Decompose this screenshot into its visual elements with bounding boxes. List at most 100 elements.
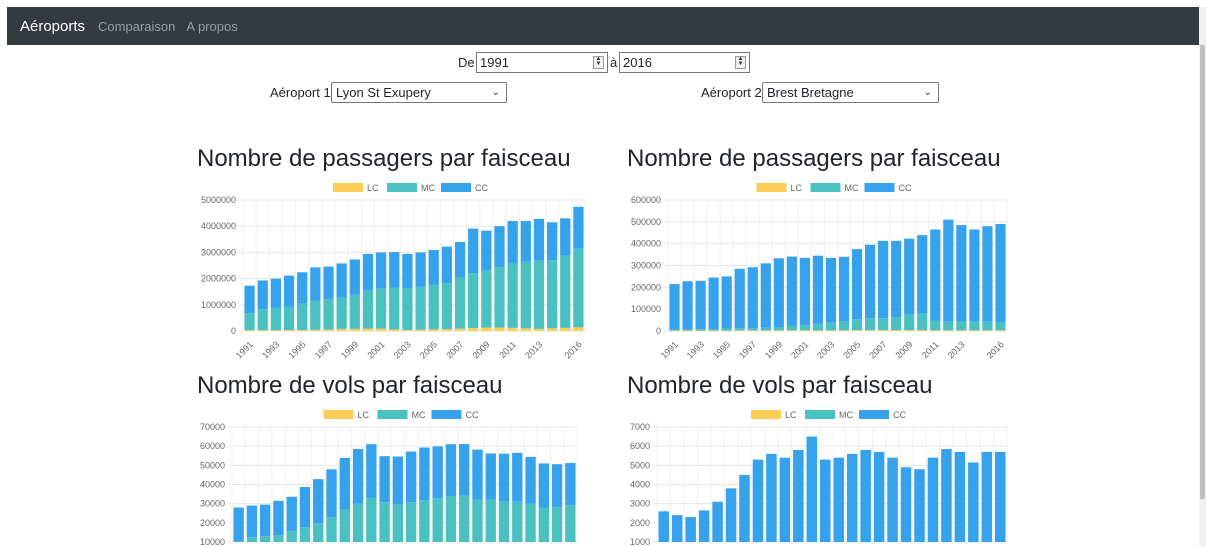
bar-mc-2004 (415, 286, 426, 330)
y-tick-label: 5000000 (201, 195, 236, 205)
x-tick-label-1999: 1999 (763, 339, 784, 360)
x-tick-label-2001: 2001 (365, 339, 386, 360)
bar-lc-1997 (323, 329, 334, 331)
legend-label-mc: MC (839, 410, 853, 420)
to-year-input[interactable]: 2016 ▲ ▼ (619, 52, 750, 73)
bar-mc-1994 (273, 535, 284, 542)
bar-cc-2011 (930, 229, 941, 321)
bar-lc-2001 (799, 330, 810, 331)
bar-cc-2016 (565, 463, 576, 506)
bar-mc-2002 (812, 323, 824, 331)
bar-cc-2000 (779, 457, 791, 542)
legend-swatch-cc (431, 410, 462, 419)
bar-mc-2015 (982, 321, 993, 331)
bar-lc-2008 (891, 330, 902, 331)
bar-mc-1998 (326, 517, 337, 542)
to-year-spinner-icon[interactable]: ▲ ▼ (735, 56, 746, 69)
bar-mc-2004 (838, 321, 850, 331)
legend-label-lc: LC (785, 410, 797, 420)
y-tick-label: 4000000 (201, 221, 236, 231)
bar-mc-2006 (432, 498, 443, 542)
bar-mc-2010 (485, 499, 496, 542)
bar-cc-2003 (820, 459, 831, 542)
bar-mc-2005 (428, 284, 439, 330)
navbar-brand[interactable]: Aéroports (20, 18, 85, 35)
bar-cc-2008 (459, 444, 470, 496)
bar-mc-2008 (891, 317, 902, 331)
bar-lc-2004 (415, 329, 426, 331)
bar-cc-1996 (299, 486, 311, 528)
bar-cc-2014 (968, 462, 979, 542)
x-tick-label-2016: 2016 (563, 339, 584, 360)
nav-link-a-propos[interactable]: A propos (186, 19, 237, 34)
from-year-value: 1991 (480, 55, 509, 70)
bar-cc-1992 (246, 505, 258, 538)
bar-cc-2005 (419, 447, 430, 501)
legend-label-cc: CC (899, 183, 912, 193)
chevron-down-icon: ⌄ (491, 87, 500, 98)
x-tick-label-2003: 2003 (392, 339, 413, 360)
legend-label-lc: LC (367, 183, 379, 193)
bar-mc-2012 (943, 321, 954, 331)
bar-cc-2010 (494, 226, 505, 268)
bar-mc-1997 (747, 328, 758, 331)
bar-mc-2002 (389, 287, 400, 330)
bar-mc-2011 (498, 501, 510, 542)
page-scrollbar[interactable] (1199, 7, 1206, 547)
airport2-select[interactable]: Brest Bretagne ⌄ (762, 82, 939, 103)
bar-cc-2008 (891, 240, 902, 318)
bar-mc-1994 (708, 329, 719, 331)
chart-passagers-airport1: LC MC CC 0 1000000 2000000 3000000 4000000 50000… (201, 183, 586, 361)
bar-mc-1997 (323, 299, 334, 330)
bar-cc-1995 (297, 272, 308, 304)
from-year-spinner-icon[interactable]: ▲ ▼ (593, 56, 604, 69)
bar-cc-2009 (900, 467, 912, 542)
nav-link-comparaison[interactable]: Comparaison (98, 19, 175, 34)
airport1-select[interactable]: Lyon St Exupery ⌄ (331, 82, 507, 103)
bar-mc-2006 (441, 283, 453, 330)
bar-cc-1993 (685, 517, 696, 542)
bar-lc-2006 (865, 330, 876, 331)
bar-lc-2016 (995, 330, 1006, 331)
bar-mc-2011 (930, 320, 941, 331)
bar-lc-1998 (336, 328, 347, 331)
bar-cc-2000 (352, 449, 364, 504)
x-tick-label-2001: 2001 (789, 339, 810, 360)
legend-swatch-lc (756, 183, 787, 192)
bar-cc-2009 (481, 230, 492, 270)
bar-mc-2006 (865, 318, 876, 331)
bar-lc-2001 (375, 328, 387, 331)
bar-mc-1991 (669, 329, 680, 331)
bar-cc-1996 (725, 488, 737, 542)
y-tick-label: 200000 (631, 282, 661, 292)
bar-cc-2014 (546, 222, 558, 261)
bar-lc-2000 (362, 328, 374, 331)
bar-mc-2003 (402, 288, 413, 330)
bar-lc-2010 (917, 330, 928, 331)
bar-cc-1992 (257, 280, 268, 310)
bar-lc-2012 (943, 330, 954, 331)
bar-lc-1996 (310, 329, 321, 331)
bar-cc-1994 (283, 275, 295, 307)
x-tick-label-2007: 2007 (444, 339, 465, 360)
y-tick-label: 0 (231, 326, 236, 336)
y-tick-label: 70000 (200, 422, 225, 432)
y-tick-label: 5000 (630, 460, 650, 470)
bar-mc-2016 (565, 505, 576, 542)
bar-mc-2003 (825, 322, 837, 331)
x-tick-label-1997: 1997 (737, 339, 758, 360)
bar-mc-1997 (313, 523, 324, 542)
x-tick-label-2013: 2013 (523, 339, 544, 360)
bar-lc-2002 (812, 330, 824, 331)
scrollbar-thumb[interactable] (1200, 45, 1205, 499)
bar-cc-2013 (533, 218, 545, 261)
legend-swatch-mc (387, 183, 417, 192)
bar-cc-2012 (512, 452, 523, 502)
bar-cc-1999 (766, 453, 777, 542)
bar-cc-2016 (995, 224, 1006, 323)
from-year-input[interactable]: 1991 ▲ ▼ (476, 52, 608, 73)
legend-swatch-mc (805, 410, 835, 419)
legend-label-mc: MC (412, 410, 426, 420)
bar-lc-1999 (773, 330, 784, 331)
bar-lc-1991 (244, 330, 255, 331)
